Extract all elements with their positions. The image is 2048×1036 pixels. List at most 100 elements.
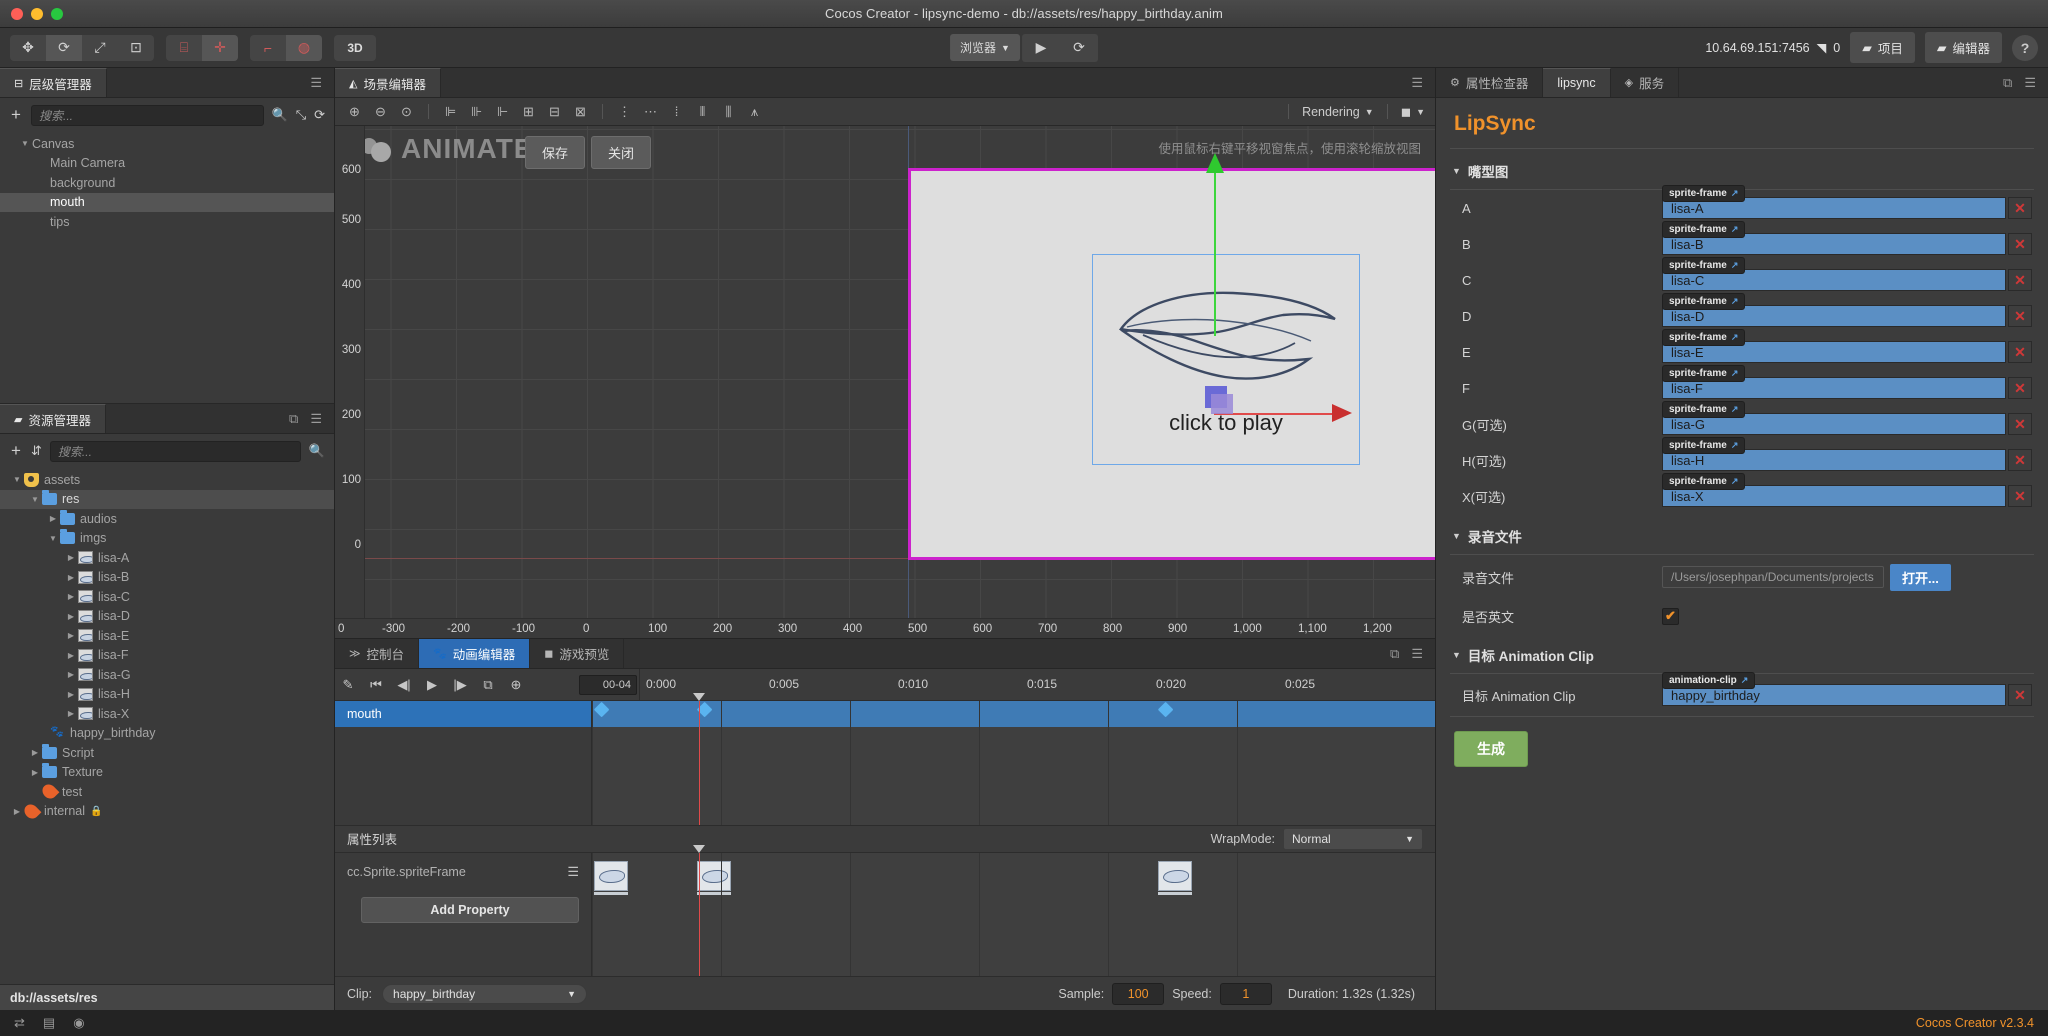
external-link-icon[interactable]: ↗ (1731, 224, 1739, 235)
keyframe-thumbnail[interactable] (697, 860, 731, 895)
speed-input[interactable]: 1 (1219, 982, 1272, 1005)
rendering-dropdown[interactable]: Rendering ▼ (1302, 105, 1374, 119)
camera-dropdown[interactable]: ◼ ▼ (1401, 104, 1425, 119)
hierarchy-tree[interactable]: ▼ Canvas Main Camera background mouth ti… (0, 132, 334, 403)
database-icon[interactable]: ▤ (43, 1015, 55, 1031)
asset-field[interactable]: sprite-frame ↗ lisa-A ✕ (1662, 185, 2032, 219)
zoom-out-icon[interactable]: ⊖ (371, 104, 390, 120)
property-menu-icon[interactable]: ☰ (567, 864, 579, 880)
chevron-right-icon[interactable]: ▶ (64, 670, 78, 679)
keyframe-thumbnail[interactable] (1158, 860, 1192, 895)
chevron-right-icon[interactable]: ▶ (10, 807, 24, 816)
asset-field[interactable]: sprite-frame ↗ lisa-G ✕ (1662, 401, 2032, 435)
align-center-h-icon[interactable]: ⊪ (467, 104, 486, 120)
asset-node-internal[interactable]: ▶ internal 🔒 (0, 801, 334, 822)
distribute-v-icon[interactable]: ⋯ (641, 104, 660, 120)
panel-menu-icon[interactable]: ☰ (2024, 75, 2036, 91)
asset-node-script[interactable]: ▶ Script (0, 743, 334, 763)
search-icon[interactable]: 🔍 (309, 443, 325, 459)
chevron-down-icon[interactable]: ▼ (1452, 650, 1461, 660)
keyframe-lane[interactable] (592, 701, 1435, 727)
jump-start-icon[interactable]: ⏮ (363, 677, 389, 693)
asset-node-lisa-f[interactable]: ▶ lisa-F (0, 646, 334, 666)
global-tool-icon[interactable]: ◍ (286, 34, 322, 61)
pivot-tool-group[interactable]: ⌸ ✛ (166, 34, 238, 61)
hierarchy-panel-menu[interactable]: ☰ (310, 68, 334, 97)
sort-icon[interactable]: ⇵ (31, 443, 42, 459)
clear-asset-button[interactable]: ✕ (2008, 269, 2032, 291)
chevron-down-icon[interactable]: ▼ (1452, 531, 1461, 541)
hierarchy-search-input[interactable]: 搜索... (31, 104, 264, 126)
chevron-down-icon[interactable]: ▼ (28, 495, 42, 504)
chevron-right-icon[interactable]: ▶ (64, 690, 78, 699)
asset-node-happy-birthday[interactable]: happy_birthday (0, 724, 334, 744)
align-left-icon[interactable]: ⊫ (441, 104, 460, 120)
assets-search-input[interactable]: 搜索... (49, 440, 301, 462)
chevron-down-icon[interactable]: ▼ (10, 475, 24, 484)
asset-node-audios[interactable]: ▶ audios (0, 509, 334, 529)
move-tool-icon[interactable]: ✥ (10, 35, 46, 61)
add-keyframe-icon[interactable]: ⊕ (503, 677, 529, 693)
hierarchy-node-main-camera[interactable]: Main Camera (0, 154, 334, 174)
asset-node-lisa-h[interactable]: ▶ lisa-H (0, 685, 334, 705)
align-right-icon[interactable]: ⊩ (493, 104, 512, 120)
tab-services[interactable]: ◈ 服务 (1610, 68, 1680, 97)
keyframe-thumbnail[interactable] (594, 860, 628, 895)
rotate-tool-icon[interactable]: ⟳ (46, 34, 82, 61)
chevron-right-icon[interactable]: ▶ (64, 612, 78, 621)
tab-assets[interactable]: ▰ 资源管理器 (0, 404, 106, 433)
spacing-1-icon[interactable]: ⫴ (693, 104, 712, 120)
clear-asset-button[interactable]: ✕ (2008, 341, 2032, 363)
chevron-right-icon[interactable]: ▶ (64, 709, 78, 718)
track-row-mouth[interactable]: mouth (335, 701, 591, 727)
play-control-group[interactable]: ▶ ⟳ (1021, 33, 1098, 62)
distribute-icon[interactable]: ⁞ (667, 104, 686, 119)
panel-menu-icon[interactable]: ☰ (1411, 646, 1423, 662)
inspector-panel-controls[interactable]: ⧉ ☰ (2003, 68, 2048, 97)
chevron-down-icon[interactable]: ▼ (18, 139, 32, 148)
scene-viewport[interactable]: click to play ANIMATE 保存 关闭 使用鼠标右键平移视窗焦点… (335, 126, 1435, 638)
asset-field[interactable]: sprite-frame ↗ lisa-F ✕ (1662, 365, 2032, 399)
edit-mode-icon[interactable]: ✎ (335, 677, 361, 693)
assets-tree[interactable]: ▼ assets ▼ res ▶ audios ▼ imgs ▶ lisa-A … (0, 468, 334, 984)
popout-icon[interactable]: ⧉ (1390, 646, 1399, 662)
save-button[interactable]: 保存 (525, 136, 586, 169)
audio-path-input[interactable]: /Users/josephpan/Documents/projects (1662, 566, 1884, 588)
panel-menu-icon[interactable]: ☰ (310, 411, 322, 427)
clear-asset-button[interactable]: ✕ (2008, 684, 2032, 706)
refresh-preview-icon[interactable]: ⟳ (1060, 34, 1098, 62)
generate-button[interactable]: 生成 (1454, 731, 1528, 767)
open-file-button[interactable]: 打开... (1890, 563, 1951, 591)
clear-asset-button[interactable]: ✕ (2008, 233, 2032, 255)
chevron-right-icon[interactable]: ▶ (28, 748, 42, 757)
external-link-icon[interactable]: ↗ (1731, 332, 1739, 343)
hierarchy-node-canvas[interactable]: ▼ Canvas (0, 134, 334, 154)
asset-node-lisa-e[interactable]: ▶ lisa-E (0, 626, 334, 646)
chevron-down-icon[interactable]: ▼ (1452, 166, 1461, 176)
tab-hierarchy[interactable]: ⊟ 层级管理器 (0, 68, 107, 97)
clear-asset-button[interactable]: ✕ (2008, 197, 2032, 219)
asset-node-lisa-d[interactable]: ▶ lisa-D (0, 607, 334, 627)
chevron-right-icon[interactable]: ▶ (28, 768, 42, 777)
asset-field[interactable]: animation-clip ↗ happy_birthday ✕ (1662, 672, 2032, 706)
asset-node-lisa-c[interactable]: ▶ lisa-C (0, 587, 334, 607)
animation-panel-controls[interactable]: ⧉ ☰ (1390, 639, 1435, 668)
center-tool-icon[interactable]: ✛ (202, 34, 238, 61)
audio-path-field-wrap[interactable]: /Users/josephpan/Documents/projects 打开..… (1662, 563, 2032, 591)
asset-field[interactable]: sprite-frame ↗ lisa-D ✕ (1662, 293, 2032, 327)
chevron-right-icon[interactable]: ▶ (64, 553, 78, 562)
external-link-icon[interactable]: ↗ (1741, 675, 1749, 686)
add-node-icon[interactable]: + (9, 105, 23, 125)
zoom-in-icon[interactable]: ⊕ (345, 104, 364, 120)
rect-tool-icon[interactable]: ⊡ (118, 35, 154, 61)
track-lane-column[interactable] (592, 693, 1435, 825)
tab-lipsync[interactable]: lipsync (1543, 68, 1611, 97)
editor-settings-button[interactable]: ▰ 编辑器 (1924, 32, 2002, 63)
tab-console[interactable]: ≫ 控制台 (335, 639, 420, 668)
chevron-right-icon[interactable]: ▶ (64, 651, 78, 660)
scale-tool-icon[interactable]: ⤢ (82, 35, 118, 61)
assets-panel-controls[interactable]: ⧉ ☰ (289, 404, 334, 433)
keyframe-marker[interactable] (593, 701, 610, 718)
align-bottom-icon[interactable]: ⊠ (571, 104, 590, 120)
prev-frame-icon[interactable]: ◀| (391, 677, 417, 693)
